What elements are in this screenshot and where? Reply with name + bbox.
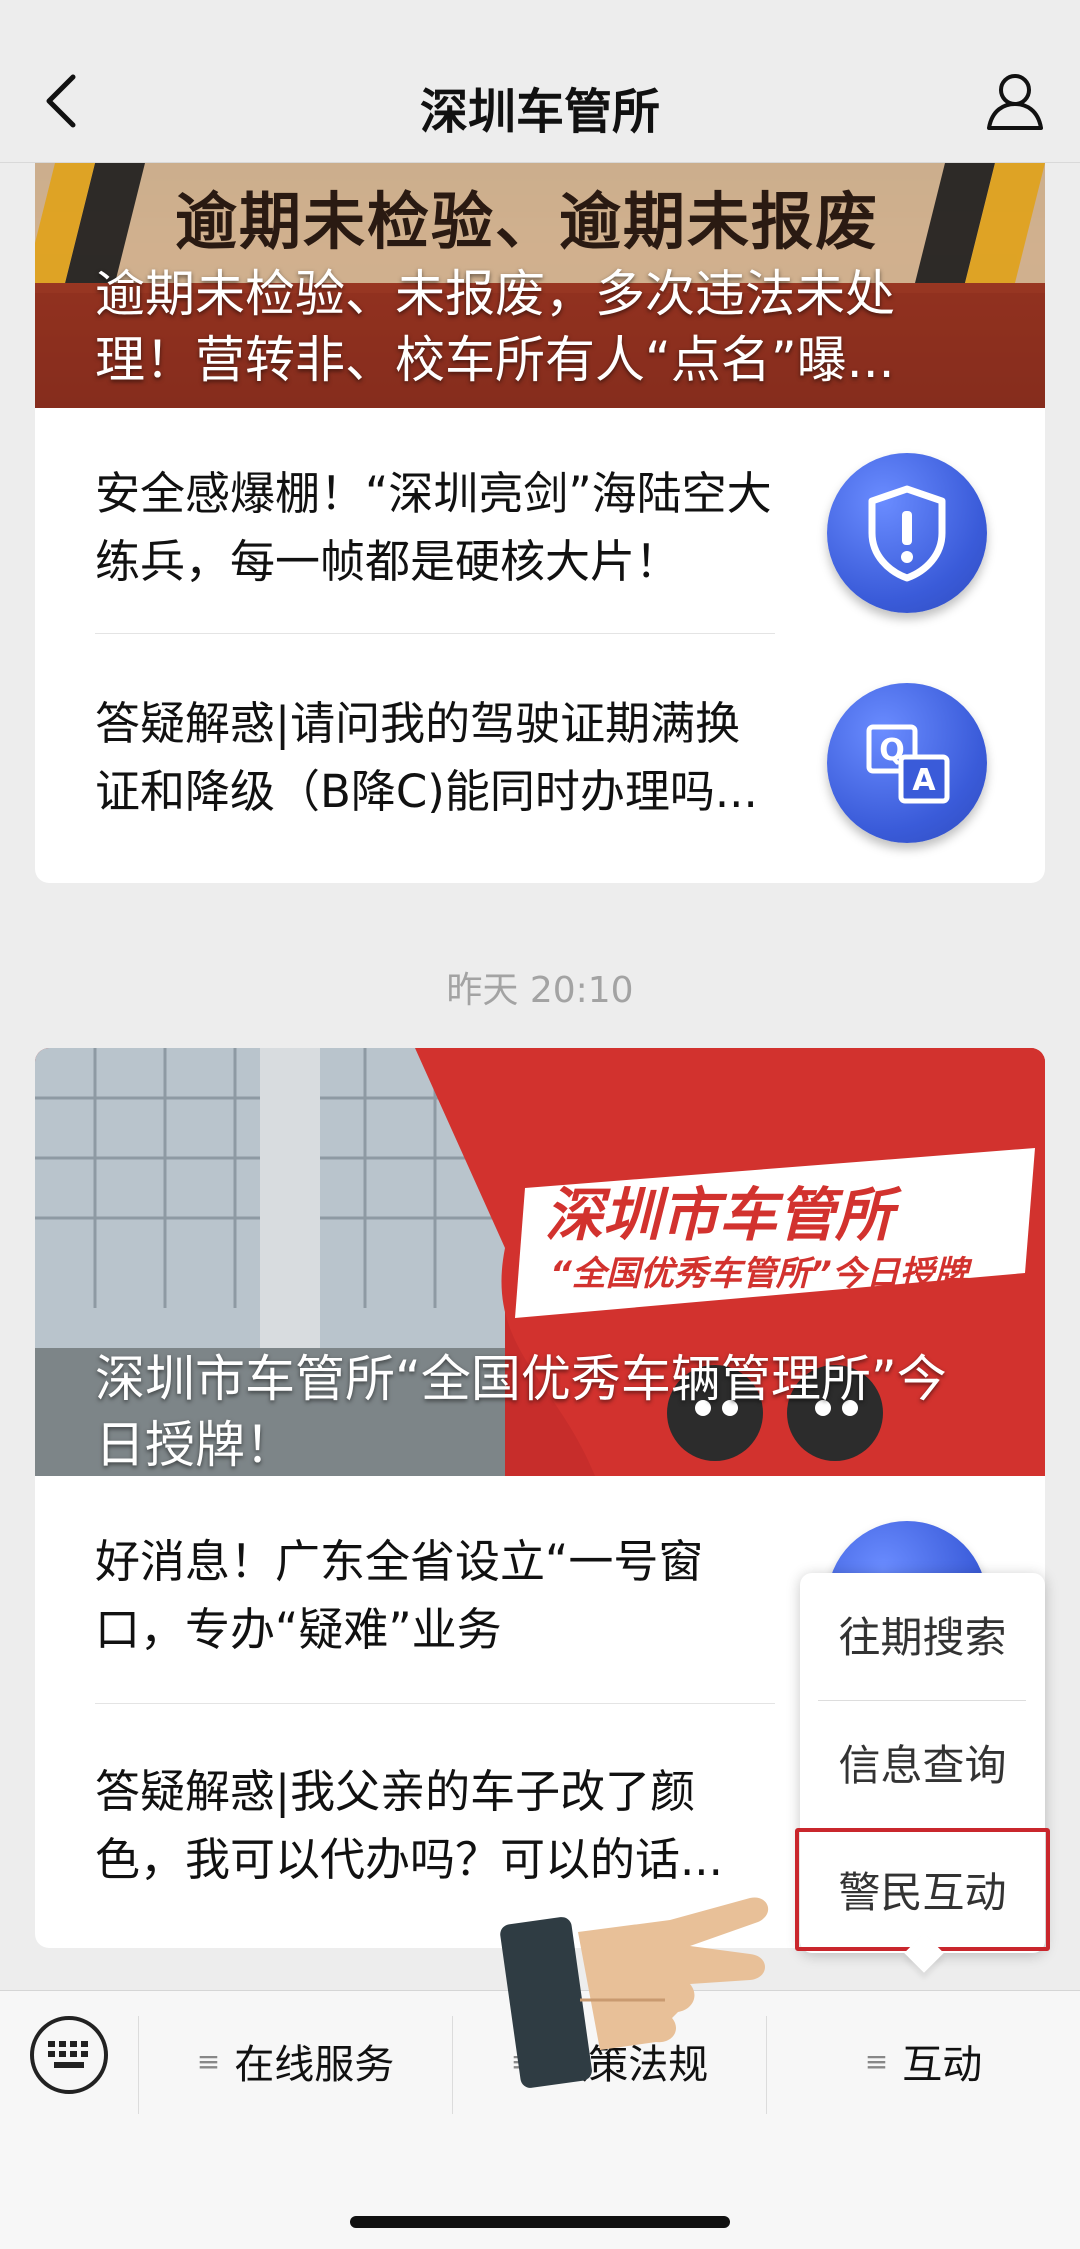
tab-online-service[interactable]: ≡ 在线服务 xyxy=(139,2006,452,2116)
tab-label: 在线服务 xyxy=(234,2042,395,2088)
message-timestamp: 昨天 20:10 xyxy=(446,970,634,1011)
interaction-submenu: 往期搜索 信息查询 警民互动 xyxy=(795,1573,1050,1973)
menu-item-past-search[interactable]: 往期搜索 xyxy=(800,1573,1045,1695)
cover-banner-text: 逾期未检验、逾期未报废 xyxy=(175,185,880,258)
keyboard-toggle-button[interactable] xyxy=(30,2016,108,2094)
article-title: 答疑解惑|我父亲的车子改了颜色，我可以代办吗？可以的话... xyxy=(95,1765,723,1886)
cover-banner-line2: “全国优秀车管所”今日授牌 xyxy=(550,1254,968,1294)
article-thumbnail: QA xyxy=(827,683,987,843)
menu-lines-icon: ≡ xyxy=(196,2044,221,2078)
cover-title: 逾期未检验、未报废，多次违法未处理！营转非、校车所有人“点名”曝... xyxy=(95,265,895,389)
highlight-box xyxy=(795,1828,1050,1951)
article-cover[interactable]: 深圳市车管所 “全国优秀车管所”今日授牌 深圳市车管所“全国优秀车辆管理所”今日… xyxy=(35,1048,1045,1476)
cover-title: 深圳市车管所“全国优秀车辆管理所”今日授牌！ xyxy=(95,1350,947,1474)
nav-header: 深圳车管所 xyxy=(0,0,1080,163)
article-title: 答疑解惑|请问我的驾驶证期满换证和降级（B降C)能同时办理吗... xyxy=(95,697,758,818)
qa-icon: QA xyxy=(866,724,950,804)
divider xyxy=(95,633,775,634)
article-title: 安全感爆棚！“深圳亮剑”海陆空大练兵，每一帧都是硬核大片！ xyxy=(95,467,772,588)
article-cover[interactable]: 逾期未检验、逾期未报废 逾期未检验、未报废，多次违法未处理！营转非、校车所有人“… xyxy=(35,163,1045,408)
keyboard-icon xyxy=(48,2041,88,2068)
user-icon xyxy=(987,74,1043,130)
home-indicator[interactable] xyxy=(350,2216,730,2228)
list-item[interactable]: 安全感爆棚！“深圳亮剑”海陆空大练兵，每一帧都是硬核大片！ xyxy=(35,408,1045,638)
article-title: 好消息！广东全省设立“一号窗口，专办“疑难”业务 xyxy=(95,1535,704,1656)
pointing-hand-icon xyxy=(500,1897,769,2088)
menu-item-info-query[interactable]: 信息查询 xyxy=(800,1701,1045,1823)
tab-label: 互动 xyxy=(902,2042,983,2088)
article-thumbnail xyxy=(827,453,987,613)
cover-banner-line1: 深圳市车管所 xyxy=(545,1181,894,1249)
profile-button[interactable] xyxy=(980,66,1050,136)
list-item[interactable]: 答疑解惑|请问我的驾驶证期满换证和降级（B降C)能同时办理吗... QA xyxy=(35,638,1045,868)
menu-lines-icon: ≡ xyxy=(864,2044,889,2078)
article-card: 逾期未检验、逾期未报废 逾期未检验、未报废，多次违法未处理！营转非、校车所有人“… xyxy=(35,163,1045,883)
svg-text:A: A xyxy=(912,763,936,798)
page-title: 深圳车管所 xyxy=(419,84,660,140)
divider xyxy=(95,1703,775,1704)
tab-interaction[interactable]: ≡ 互动 xyxy=(767,2006,1080,2116)
shield-alert-icon xyxy=(868,485,946,582)
